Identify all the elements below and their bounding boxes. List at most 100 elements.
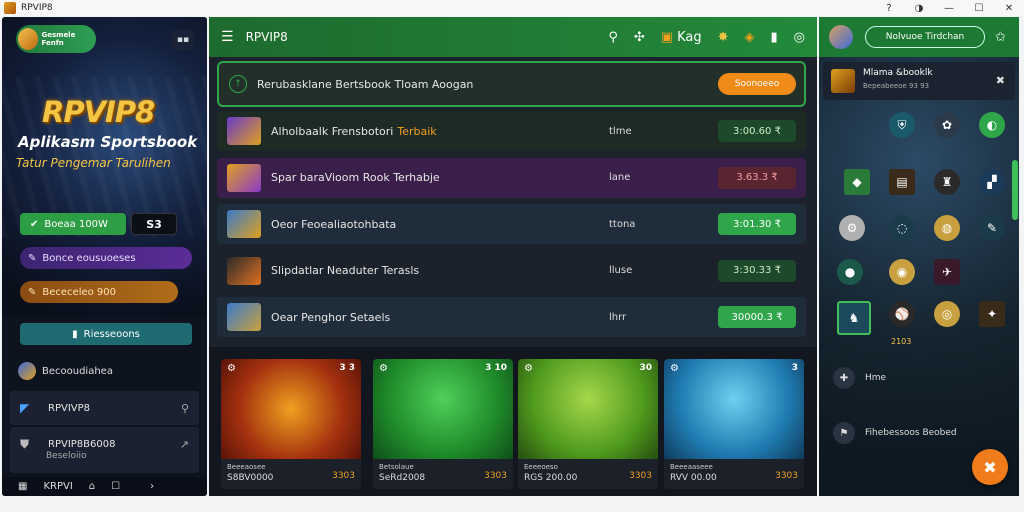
odds-button[interactable]: 3:30.33 ₹ [718, 259, 796, 282]
list-item[interactable]: ◤ RPVIVP8 ⚲ [10, 391, 199, 425]
game-card[interactable]: ⚙ 30 Eeeeoeso RGS 200.00 3303 [518, 359, 658, 489]
trophy-icon[interactable]: ◈ [745, 30, 755, 45]
sport-icon[interactable]: ✎ [979, 215, 1005, 241]
sport-icon[interactable]: ♜ [934, 169, 960, 195]
sport-icon[interactable]: ✦ [979, 301, 1005, 327]
menu-icon[interactable]: ▪▪ [172, 30, 194, 50]
tagline: Aplikasm Sportsbook [18, 133, 198, 151]
bookmark-icon: ◤ [20, 401, 30, 415]
register-button[interactable]: ▮ Riesseoons [20, 323, 192, 345]
grid-icon[interactable]: ▦ [18, 481, 27, 492]
match-row[interactable]: Slipdatlar Neaduter Terasls lluse 3:30.33 … [217, 250, 806, 291]
sport-icon[interactable]: ◍ [934, 215, 960, 241]
card-amount: 3303 [484, 471, 507, 481]
match-row[interactable]: Oeor Feoealiaotohbata ttona 3:01.30 ₹ [217, 204, 806, 244]
help-icon[interactable]: ? [874, 0, 904, 16]
avatar[interactable] [829, 25, 853, 49]
match-status: lluse [609, 265, 633, 276]
match-row[interactable]: Oear Penghor Setaels lhrr 30000.3 ₹ [217, 297, 806, 337]
sport-icon[interactable]: ⛨ [889, 112, 915, 138]
match-row[interactable]: Spar baraVioom Rook Terhabje lane 3.63.3 ₹ [217, 157, 806, 198]
logo[interactable]: Gesmele Fenfn [16, 25, 96, 53]
settings-icon: ⚙ [227, 363, 236, 374]
odds-button[interactable]: 30000.3 ₹ [718, 306, 796, 328]
sport-icon[interactable]: ◌ [889, 215, 915, 241]
theme-icon[interactable]: ◑ [904, 0, 934, 16]
arrow-icon[interactable]: › [150, 481, 154, 492]
chat-icon[interactable]: ☐ [111, 481, 120, 492]
sport-icon[interactable]: ✈ [934, 259, 960, 285]
promo-card[interactable]: Mlama &booklk Bepeabeeoe 93 93 ✖ [823, 62, 1015, 100]
search-icon[interactable]: ⚲ [181, 402, 189, 415]
puzzle-icon[interactable]: ✣ [634, 30, 645, 45]
maximize-button[interactable]: ☐ [964, 0, 994, 16]
check-icon: ✔ [30, 218, 39, 230]
card-corner: 3 10 [485, 363, 507, 373]
match-row[interactable]: Alholbaalk Frensbotori Terbaik tlme 3:00.60… [217, 111, 806, 151]
close-button[interactable]: ✕ [994, 0, 1024, 16]
game-art [664, 359, 804, 459]
arrow-icon[interactable]: ↗ [180, 438, 189, 451]
promo-pill[interactable]: ✎ Bececeleo 900 [20, 281, 178, 303]
sport-icon[interactable]: ◉ [889, 259, 915, 285]
list-icon: ⚑ [833, 422, 855, 444]
card-subcaption: SeRd2008 [379, 473, 426, 483]
list-item[interactable]: ⛊ RPVIP8B6008 ↗ Beseloiio [10, 427, 199, 473]
match-thumb-icon [227, 256, 261, 285]
game-card[interactable]: ⚙ 3 3 Beeeaosee S8BV0000 3303 [221, 359, 361, 489]
sport-icon[interactable]: ✿ [934, 112, 960, 138]
sport-icon[interactable]: ● [837, 259, 863, 285]
featured-banner[interactable]: ↑ Rerubasklane Bertsbook Tloam Aoogan So… [217, 61, 806, 107]
sport-icon[interactable]: ⚙ [839, 215, 865, 241]
bottom-nav-label[interactable]: KRPVI [43, 481, 72, 492]
card-corner: 30 [639, 363, 652, 373]
shield-icon: ⛊ [20, 437, 30, 451]
list-item-label: RPVIP8B6008 [48, 438, 116, 450]
match-highlight: Terbaik [397, 124, 437, 138]
fab-close-button[interactable]: ✖ [972, 449, 1008, 485]
bag-icon[interactable]: ▣ [661, 30, 673, 45]
odds-button[interactable]: 3:00.60 ₹ [718, 120, 796, 142]
sport-icon[interactable]: ▤ [889, 169, 915, 195]
home-icon[interactable]: ⌂ [89, 481, 95, 492]
signal-icon[interactable]: ▮ [771, 30, 778, 45]
secondary-button[interactable]: S3 [131, 213, 177, 235]
ticket-icon: ✎ [28, 252, 37, 264]
odds-button[interactable]: 3:01.30 ₹ [718, 213, 796, 235]
logo-badge-icon [18, 28, 39, 50]
bonus-pill[interactable]: ✎ Bonce eousuoeses [20, 247, 192, 269]
card-caption: Betsolaue [379, 463, 414, 471]
support-icon[interactable]: ◎ [794, 30, 805, 45]
list-icon: ✚ [833, 367, 855, 389]
sport-icon[interactable]: ◆ [844, 169, 870, 195]
game-card[interactable]: ⚙ 3 10 Betsolaue SeRd2008 3303 [373, 359, 513, 489]
search-icon[interactable]: ⚲ [608, 30, 618, 45]
game-art [221, 359, 361, 459]
sport-icon[interactable]: ◎ [934, 301, 960, 327]
hamburger-icon[interactable]: ☰ [221, 29, 234, 45]
sport-icon[interactable]: ▞ [979, 169, 1005, 195]
sport-icon[interactable]: ◐ [979, 112, 1005, 138]
user-name-button[interactable]: Nolvuoe Tirdchan [865, 26, 985, 48]
topbar-label[interactable]: Kag [677, 30, 702, 45]
featured-button[interactable]: Soonoeeo [718, 73, 796, 95]
card-amount: 3303 [775, 471, 798, 481]
scrollbar[interactable] [1012, 160, 1018, 220]
close-icon[interactable]: ✖ [996, 74, 1005, 87]
star-icon[interactable]: ✸ [718, 30, 729, 45]
side-list-label: Fihebessoos Beobed [865, 428, 957, 438]
flag-icon: ▮ [72, 328, 78, 340]
card-subcaption: RGS 200.00 [524, 473, 578, 483]
odds-button[interactable]: 3.63.3 ₹ [718, 166, 796, 189]
login-button[interactable]: ✔ Boeaa 100W [20, 213, 126, 235]
game-card[interactable]: ⚙ 3 Beeeaaseee RVV 00.00 3303 [664, 359, 804, 489]
brand-title: RPVIP8 [42, 95, 155, 129]
star-icon[interactable]: ✩ [995, 30, 1006, 45]
card-caption: Beeeaaseee [670, 463, 713, 471]
side-list-item[interactable]: ✚ Hme [833, 367, 1003, 389]
minimize-button[interactable]: — [934, 0, 964, 16]
sport-icon[interactable]: ⚾ [889, 301, 915, 327]
sport-icon[interactable]: ♞ [837, 301, 871, 335]
side-list-item[interactable]: ⚑ Fihebessoos Beobed [833, 422, 1003, 444]
login-button-label: Boeaa 100W [44, 218, 108, 230]
